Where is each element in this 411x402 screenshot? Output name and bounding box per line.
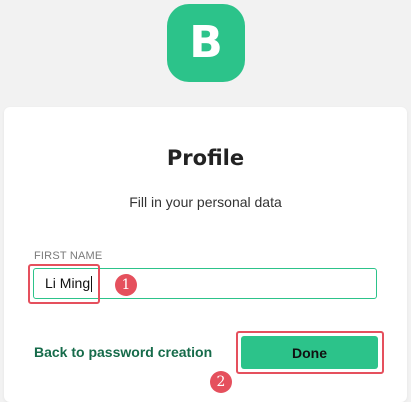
- logo-letter: B: [189, 17, 223, 68]
- page-subtitle: Fill in your personal data: [129, 194, 282, 210]
- highlight-box-done: [236, 331, 384, 374]
- back-to-password-link[interactable]: Back to password creation: [34, 344, 212, 360]
- page-title: Profile: [166, 146, 245, 170]
- highlight-box-input: [28, 264, 100, 304]
- profile-page: B Profile Fill in your personal data FIR…: [0, 0, 411, 402]
- annotation-marker-1: 1: [115, 274, 137, 296]
- app-logo: B: [167, 4, 245, 82]
- annotation-marker-2: 2: [210, 371, 232, 393]
- first-name-label: FIRST NAME: [34, 250, 103, 262]
